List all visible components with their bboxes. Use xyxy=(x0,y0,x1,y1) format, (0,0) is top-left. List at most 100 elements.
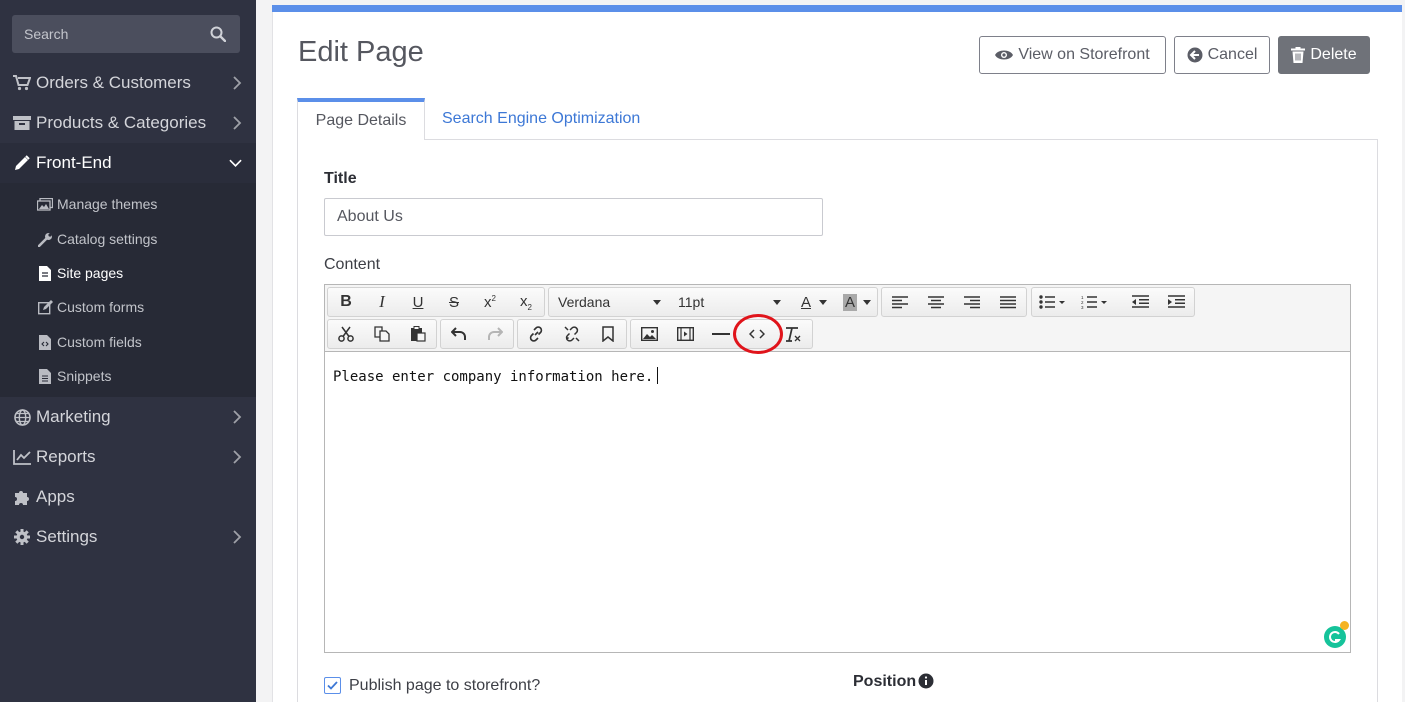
undo-button[interactable] xyxy=(441,320,477,348)
images-icon xyxy=(37,196,53,212)
font-family-select[interactable]: Verdana xyxy=(549,288,667,316)
align-right-button[interactable] xyxy=(954,288,990,316)
cut-button[interactable] xyxy=(328,320,364,348)
nav-marketing[interactable]: Marketing xyxy=(0,397,256,437)
cancel-button[interactable]: Cancel xyxy=(1174,36,1270,74)
link-button[interactable] xyxy=(518,320,554,348)
page-title: Edit Page xyxy=(298,36,424,68)
subscript-icon: x2 xyxy=(520,292,532,312)
sub-label: Custom forms xyxy=(57,299,145,315)
sub-site-pages[interactable]: Site pages xyxy=(0,256,256,290)
nav-label: Settings xyxy=(36,527,98,546)
delete-label: Delete xyxy=(1310,46,1357,63)
copy-button[interactable] xyxy=(364,320,400,348)
superscript-icon: x2 xyxy=(484,293,496,311)
italic-button[interactable]: I xyxy=(364,288,400,316)
view-on-storefront-button[interactable]: View on Storefront xyxy=(979,36,1166,74)
tab-seo[interactable]: Search Engine Optimization xyxy=(442,98,640,140)
sidebar-search xyxy=(12,15,240,53)
toolbar-group-undo xyxy=(440,319,514,349)
tab-page-details[interactable]: Page Details xyxy=(297,98,425,140)
align-justify-button[interactable] xyxy=(990,288,1026,316)
nav-label: Apps xyxy=(36,487,75,506)
sub-label: Manage themes xyxy=(57,196,158,212)
sub-snippets[interactable]: Snippets xyxy=(0,359,256,393)
toolbar-group-lists: 123 xyxy=(1031,287,1195,317)
info-icon[interactable] xyxy=(918,673,934,689)
media-button[interactable] xyxy=(667,320,703,348)
checkmark-icon xyxy=(327,681,338,690)
clear-formatting-button[interactable] xyxy=(775,320,811,348)
chevron-down-icon xyxy=(229,159,242,167)
view-on-storefront-label: View on Storefront xyxy=(1018,46,1150,63)
editor-content-area[interactable]: Please enter company information here. xyxy=(325,353,1350,652)
sub-label: Catalog settings xyxy=(57,231,158,247)
align-center-button[interactable] xyxy=(918,288,954,316)
chevron-down-icon xyxy=(653,300,661,305)
nav-orders-customers[interactable]: Orders & Customers xyxy=(0,63,256,103)
numbered-list-button[interactable]: 123 xyxy=(1074,288,1114,316)
source-code-button[interactable] xyxy=(739,320,775,348)
accent-bar xyxy=(272,5,1402,12)
title-input[interactable] xyxy=(324,198,823,236)
sub-manage-themes[interactable]: Manage themes xyxy=(0,187,256,221)
redo-button[interactable] xyxy=(477,320,513,348)
unlink-button[interactable] xyxy=(554,320,590,348)
nav-front-end[interactable]: Front-End xyxy=(0,143,256,183)
file-text-icon xyxy=(37,368,53,384)
anchor-button[interactable] xyxy=(590,320,626,348)
strikethrough-button[interactable]: S xyxy=(436,288,472,316)
font-size-select[interactable]: 11pt xyxy=(669,288,787,316)
paste-icon xyxy=(411,326,426,342)
search-icon[interactable] xyxy=(210,26,226,42)
image-button[interactable] xyxy=(631,320,667,348)
delete-button[interactable]: Delete xyxy=(1278,36,1370,74)
background-color-button[interactable]: A xyxy=(833,288,877,316)
sub-custom-forms[interactable]: Custom forms xyxy=(0,290,256,324)
indent-button[interactable] xyxy=(1158,288,1194,316)
bullet-list-button[interactable] xyxy=(1032,288,1072,316)
publish-checkbox[interactable] xyxy=(324,677,341,694)
sub-custom-fields[interactable]: Custom fields xyxy=(0,325,256,359)
chevron-right-icon xyxy=(233,450,242,464)
nav-reports[interactable]: Reports xyxy=(0,437,256,477)
rich-text-editor: B I U S x2 x2 Verdana 11pt A A 1 2 3 Ple… xyxy=(324,284,1351,653)
cart-icon xyxy=(13,74,31,92)
nav-label: Products & Categories xyxy=(36,113,207,132)
font-family-value: Verdana xyxy=(558,294,611,310)
nav-apps[interactable]: Apps xyxy=(0,477,256,517)
cancel-label: Cancel xyxy=(1207,46,1258,63)
align-left-button[interactable] xyxy=(882,288,918,316)
link-icon xyxy=(529,326,543,342)
text-color-button[interactable]: A xyxy=(789,288,833,316)
strikethrough-icon: S xyxy=(448,293,459,311)
file-icon xyxy=(37,265,53,281)
align-right-icon xyxy=(964,295,980,308)
nav-settings[interactable]: Settings xyxy=(0,517,256,557)
undo-icon xyxy=(451,327,466,340)
horizontal-rule-icon xyxy=(712,333,730,335)
toolbar-group-fonts: Verdana 11pt A A xyxy=(548,287,878,317)
font-size-value: 11pt xyxy=(678,294,705,310)
position-label: Position xyxy=(853,673,917,690)
toolbar-group-insert xyxy=(630,319,813,349)
paste-button[interactable] xyxy=(400,320,436,348)
gear-icon xyxy=(13,528,31,546)
outdent-button[interactable] xyxy=(1122,288,1158,316)
align-justify-icon xyxy=(1000,295,1016,308)
bold-button[interactable]: B xyxy=(328,288,364,316)
subscript-button[interactable]: x2 xyxy=(508,288,544,316)
underline-button[interactable]: U xyxy=(400,288,436,316)
sub-catalog-settings[interactable]: Catalog settings xyxy=(0,222,256,256)
search-input[interactable] xyxy=(12,15,202,53)
horizontal-rule-button[interactable] xyxy=(703,320,739,348)
align-left-icon xyxy=(892,295,908,308)
svg-text:3: 3 xyxy=(1081,305,1084,309)
front-end-submenu: Manage themes Catalog settings Site page… xyxy=(0,183,256,397)
chart-line-icon xyxy=(13,448,31,466)
globe-icon xyxy=(13,408,31,426)
chevron-right-icon xyxy=(233,116,242,130)
nav-products-categories[interactable]: Products & Categories xyxy=(0,103,256,143)
text-color-icon: A xyxy=(800,293,811,311)
superscript-button[interactable]: x2 xyxy=(472,288,508,316)
